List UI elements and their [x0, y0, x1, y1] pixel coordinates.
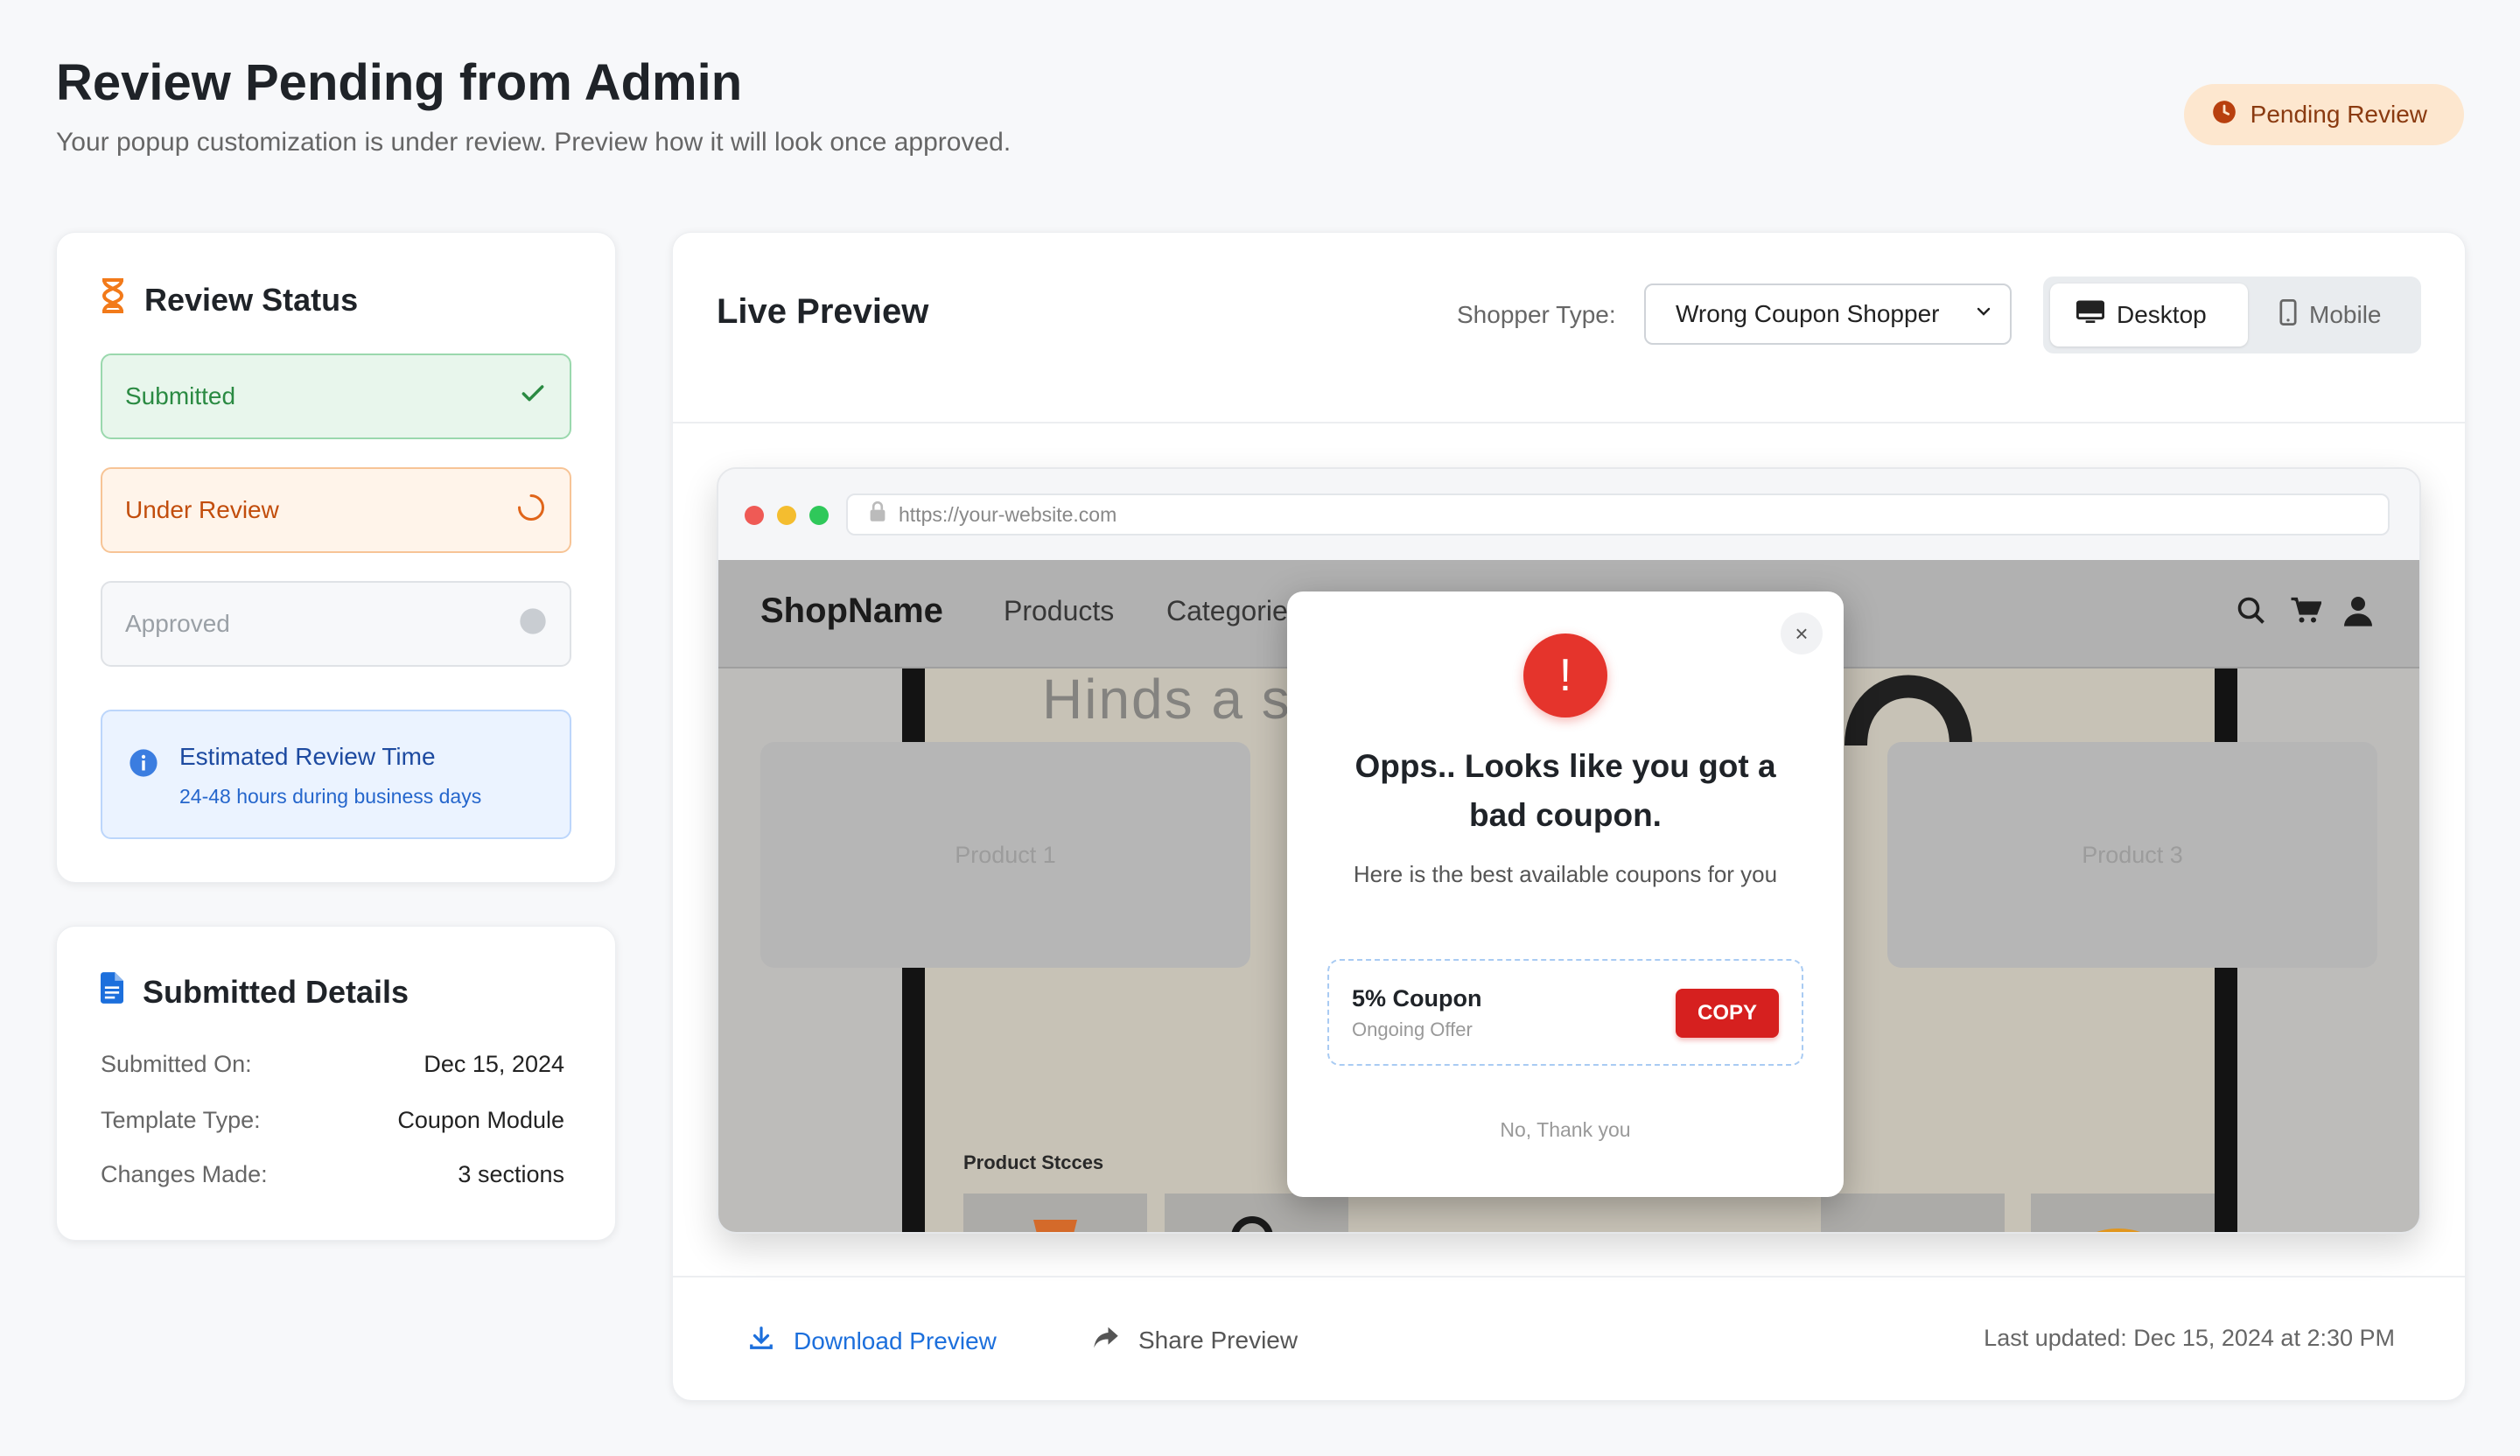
coupon-subtitle: Ongoing Offer [1352, 1018, 1473, 1040]
close-dot-icon [745, 506, 764, 525]
status-step-under-review: Under Review [101, 467, 571, 553]
copy-button[interactable]: COPY [1676, 989, 1779, 1038]
download-icon [748, 1325, 774, 1357]
estimated-review-time-box: Estimated Review Time 24-48 hours during… [101, 710, 571, 839]
divider [673, 1276, 2465, 1278]
coupon-popup: × ! Opps.. Looks like you got a bad coup… [1287, 592, 1844, 1197]
shopper-type-value: Wrong Coupon Shopper [1676, 300, 1940, 327]
pending-dot-icon [519, 607, 547, 641]
detail-row-template-type: Template Type: Coupon Module [101, 1107, 564, 1133]
badge-label: Pending Review [2250, 101, 2427, 128]
preview-title: Live Preview [717, 292, 929, 331]
coupon-card: 5% Coupon Ongoing Offer COPY [1327, 959, 1803, 1066]
shopper-type-label: Shopper Type: [1457, 301, 1616, 328]
minimize-dot-icon [777, 506, 796, 525]
status-step-submitted: Submitted [101, 354, 571, 439]
spinner-icon [515, 492, 547, 529]
step-label: Approved [125, 610, 230, 637]
estimate-detail: 24-48 hours during business days [179, 785, 482, 808]
step-label: Submitted [125, 382, 236, 410]
share-preview-link[interactable]: Share Preview [1093, 1325, 1298, 1355]
hourglass-icon [101, 278, 125, 321]
browser-toolbar: https://your-website.com [718, 469, 2419, 562]
download-preview-link[interactable]: Download Preview [748, 1325, 997, 1357]
close-icon[interactable]: × [1781, 612, 1823, 654]
detail-row-submitted-on: Submitted On: Dec 15, 2024 [101, 1051, 564, 1077]
desktop-button[interactable]: Desktop [2050, 284, 2248, 346]
share-icon [1093, 1325, 1119, 1355]
alert-icon: ! [1523, 634, 1607, 718]
review-status-title: Review Status [101, 278, 358, 321]
page-title: Review Pending from Admin [56, 54, 743, 111]
detail-row-changes-made: Changes Made: 3 sections [101, 1161, 564, 1187]
desktop-monitor-icon [2076, 300, 2105, 331]
clock-icon [2212, 100, 2236, 130]
estimate-title: Estimated Review Time [179, 743, 436, 770]
no-thanks-link[interactable]: No, Thank you [1287, 1118, 1844, 1142]
maximize-dot-icon [809, 506, 829, 525]
page-subtitle: Your popup customization is under review… [56, 127, 1012, 157]
mobile-button[interactable]: Mobile [2253, 284, 2414, 346]
info-icon [129, 748, 158, 782]
live-preview-card: Live Preview Shopper Type: Wrong Coupon … [672, 232, 2466, 1401]
document-icon [101, 972, 123, 1012]
popup-title: Opps.. Looks like you got a bad coupon. [1354, 748, 1776, 833]
url-bar: https://your-website.com [846, 494, 2390, 536]
page-header: Review Pending from Admin Your popup cus… [56, 52, 1011, 158]
divider [673, 422, 2465, 424]
popup-subtitle: Here is the best available coupons for y… [1353, 861, 1778, 887]
review-status-card: Review Status Submitted Under Review App… [56, 232, 616, 883]
browser-mockup: https://your-website.com Hinds a st Prod… [717, 467, 2421, 1234]
last-updated-text: Last updated: Dec 15, 2024 at 2:30 PM [1984, 1325, 2395, 1351]
website-preview: Hinds a st Product Stcces Product 1 Prod… [718, 560, 2419, 1232]
submitted-details-card: Submitted Details Submitted On: Dec 15, … [56, 926, 616, 1241]
chevron-down-icon [1973, 300, 1994, 328]
status-step-approved: Approved [101, 581, 571, 667]
pending-review-badge: Pending Review [2183, 84, 2464, 145]
check-icon [519, 380, 547, 414]
submitted-details-title: Submitted Details [101, 972, 409, 1012]
url-text: https://your-website.com [899, 502, 1117, 526]
lock-icon [869, 500, 886, 528]
step-label: Under Review [125, 496, 279, 523]
device-toggle: Desktop Mobile [2043, 276, 2421, 354]
shopper-type-select[interactable]: Wrong Coupon Shopper [1644, 284, 2012, 345]
mobile-phone-icon [2279, 298, 2297, 332]
coupon-name: 5% Coupon [1352, 985, 1482, 1012]
